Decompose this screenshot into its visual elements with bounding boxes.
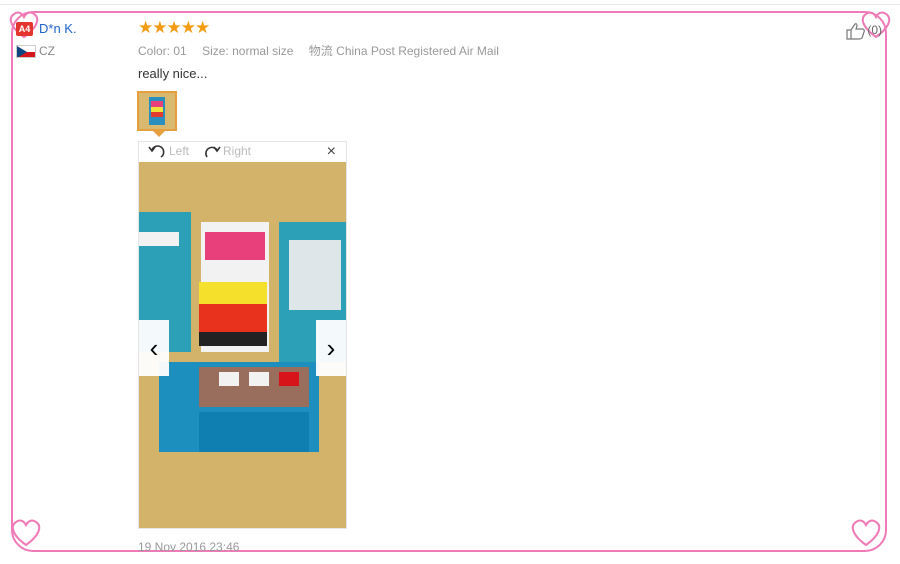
rating-stars: ★★★★★	[138, 18, 210, 37]
reviewer-info: A4 D*n K. CZ	[16, 20, 77, 59]
photo-viewer: Left Right × ‹ ›	[138, 141, 347, 529]
rotate-left-icon	[148, 145, 165, 158]
heart-icon	[11, 519, 41, 547]
chevron-left-icon[interactable]: ‹	[139, 320, 169, 376]
rotate-right-label: Right	[223, 144, 252, 159]
attr-label: Color:	[138, 44, 171, 58]
helpful-count: (0)	[867, 23, 882, 38]
order-attributes: Color: 01 Size: normal size 物流 China Pos…	[138, 42, 511, 59]
thumbnail-pointer	[153, 131, 165, 137]
rotate-left-label: Left	[169, 144, 190, 159]
czech-flag-icon	[16, 45, 36, 59]
rotate-right-icon	[205, 146, 221, 158]
attr-label: Size:	[202, 44, 229, 58]
review-photo-thumbnail[interactable]	[137, 91, 177, 131]
close-icon[interactable]: ×	[327, 143, 336, 161]
review-photo: ‹ ›	[139, 162, 346, 528]
thumbnail-image	[139, 93, 175, 129]
top-divider	[0, 4, 900, 5]
rotate-right-button[interactable]: Right	[201, 144, 251, 160]
review-comment: really nice...	[138, 66, 208, 81]
chevron-right-icon[interactable]: ›	[316, 320, 346, 376]
review-date: 19 Nov 2016 23:46	[138, 540, 240, 554]
country-code: CZ	[39, 44, 55, 58]
attr-value: normal size	[232, 44, 294, 58]
reviewer-name[interactable]: D*n K.	[39, 21, 77, 36]
attr-value: 01	[173, 44, 187, 58]
heart-icon	[851, 519, 881, 547]
rotate-left-button[interactable]: Left	[147, 144, 189, 160]
reviewer-country: CZ	[16, 44, 77, 59]
helpful-button[interactable]: (0)	[845, 22, 882, 40]
buyer-level-badge: A4	[16, 21, 33, 36]
attr-value: China Post Registered Air Mail	[336, 44, 499, 58]
thumbs-up-icon	[846, 23, 866, 40]
attr-label: 物流	[308, 44, 333, 58]
viewer-toolbar: Left Right ×	[139, 142, 346, 162]
socks-photo-image	[139, 162, 346, 528]
